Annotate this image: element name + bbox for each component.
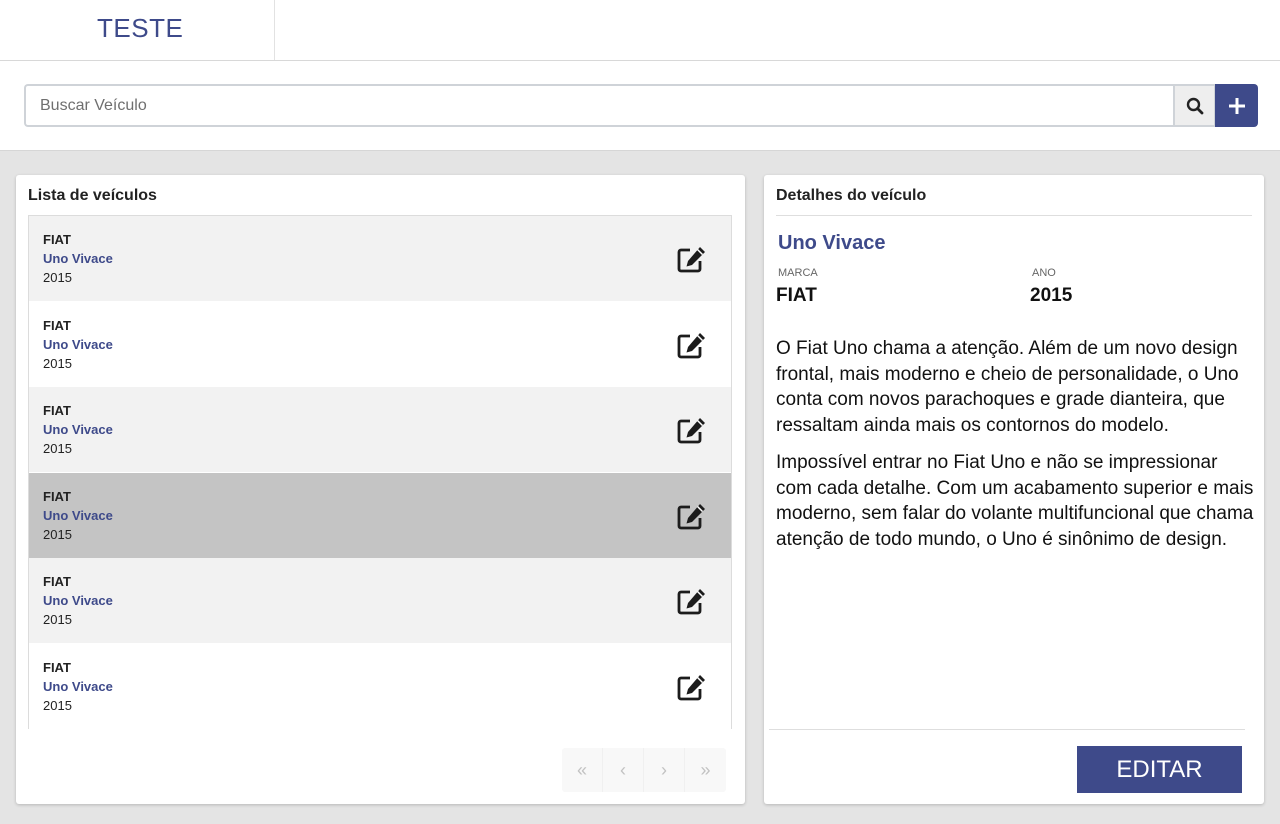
item-year: 2015 [43, 441, 72, 456]
item-model: Uno Vivace [43, 336, 113, 352]
brand-value: FIAT [776, 285, 817, 306]
item-brand: FIAT [43, 317, 71, 333]
edit-icon[interactable] [675, 329, 709, 361]
list-item[interactable]: FIAT Uno Vivace 2015 [29, 387, 731, 472]
pagination: « ‹ › » [562, 748, 726, 792]
item-model: Uno Vivace [43, 507, 113, 523]
list-item[interactable]: FIAT Uno Vivace 2015 [29, 472, 731, 558]
brand-area: TESTE [0, 0, 275, 60]
item-year: 2015 [43, 270, 72, 285]
year-label: ANO [1032, 267, 1056, 279]
first-page-button[interactable]: « [562, 748, 603, 792]
search-input[interactable] [24, 84, 1174, 127]
detail-model: Uno Vivace [778, 232, 886, 254]
item-year: 2015 [43, 526, 72, 542]
detail-description: O Fiat Uno chama a atenção. Além de um n… [776, 336, 1256, 564]
list-title: Lista de veículos [28, 187, 157, 204]
edit-icon[interactable] [675, 243, 709, 275]
item-year: 2015 [43, 612, 72, 627]
list-item[interactable]: FIAT Uno Vivace 2015 [29, 301, 731, 387]
vehicle-list: FIAT Uno Vivace 2015 FIAT Uno Vivace 2015 FI… [28, 215, 732, 729]
item-model: Uno Vivace [43, 593, 113, 608]
item-model: Uno Vivace [43, 678, 113, 694]
item-year: 2015 [43, 697, 72, 713]
item-model: Uno Vivace [43, 251, 113, 266]
list-item[interactable]: FIAT Uno Vivace 2015 [29, 643, 731, 729]
item-year: 2015 [43, 355, 72, 371]
item-brand: FIAT [43, 232, 71, 247]
plus-icon [1228, 97, 1245, 114]
brand-label: MARCA [778, 267, 818, 279]
last-page-button[interactable]: » [685, 748, 726, 792]
year-value: 2015 [1030, 285, 1073, 306]
search-area [0, 61, 1280, 151]
add-vehicle-button[interactable] [1215, 84, 1258, 127]
top-bar: TESTE [0, 0, 1280, 61]
item-brand: FIAT [43, 574, 71, 589]
item-brand: FIAT [43, 659, 71, 675]
list-item[interactable]: FIAT Uno Vivace 2015 [29, 558, 731, 643]
detail-title: Detalhes do veículo [776, 187, 927, 204]
edit-vehicle-button[interactable]: EDITAR [1077, 746, 1242, 793]
edit-icon[interactable] [675, 585, 709, 617]
divider [776, 215, 1252, 216]
edit-icon[interactable] [675, 414, 709, 446]
description-paragraph: Impossível entrar no Fiat Uno e não se i… [776, 452, 1254, 550]
brand-title[interactable]: TESTE [97, 13, 183, 44]
description-paragraph: O Fiat Uno chama a atenção. Além de um n… [776, 338, 1239, 436]
edit-icon[interactable] [675, 671, 709, 703]
next-page-button[interactable]: › [644, 748, 685, 792]
prev-page-button[interactable]: ‹ [603, 748, 644, 792]
item-brand: FIAT [43, 403, 71, 418]
item-brand: FIAT [43, 488, 71, 504]
search-icon [1186, 97, 1203, 114]
divider [769, 729, 1245, 730]
vehicle-list-panel: Lista de veículos FIAT Uno Vivace 2015 FIA… [16, 175, 745, 804]
edit-icon[interactable] [675, 500, 709, 532]
list-item[interactable]: FIAT Uno Vivace 2015 [29, 216, 731, 301]
vehicle-detail-panel: Detalhes do veículo Uno Vivace MARCA FIA… [764, 175, 1264, 804]
search-button[interactable] [1173, 84, 1216, 127]
item-model: Uno Vivace [43, 422, 113, 437]
